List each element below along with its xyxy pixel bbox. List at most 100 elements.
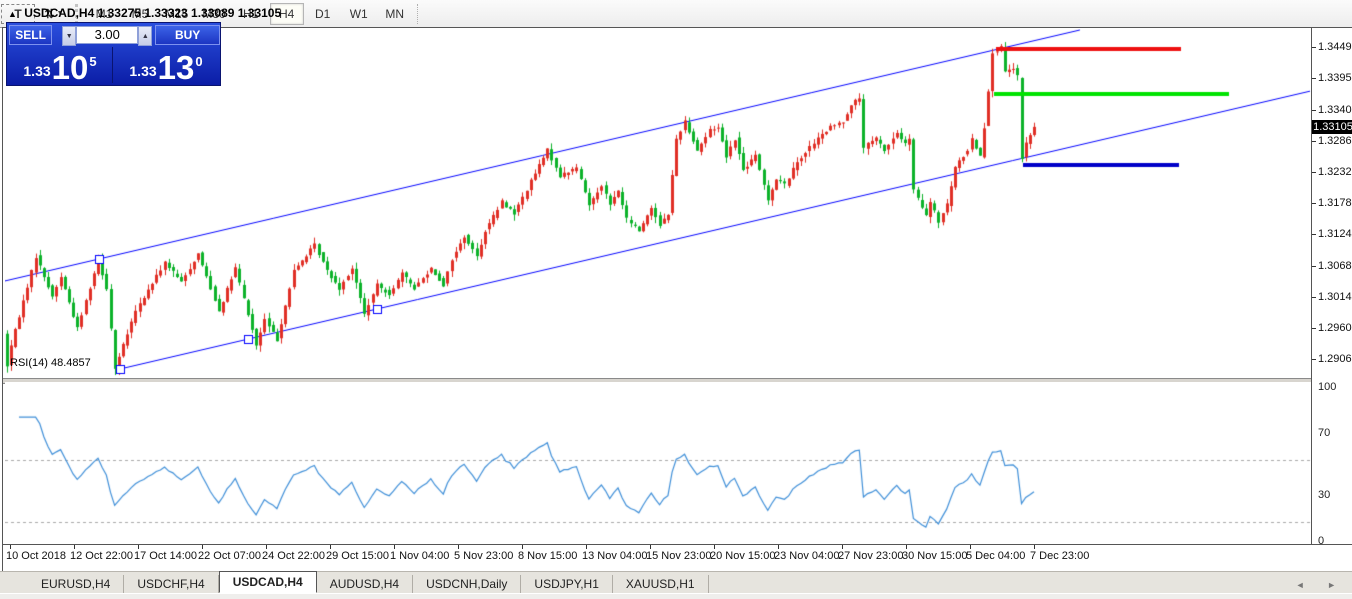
- price-tick: [1312, 172, 1316, 173]
- sell-price-sup: 5: [89, 54, 96, 69]
- rsi-indicator-label: RSI(14) 48.4857: [10, 357, 91, 369]
- time-axis-label: 5 Nov 23:00: [454, 550, 513, 562]
- time-tick: [522, 545, 523, 549]
- chart-tab-usdcad[interactable]: USDCAD,H4: [219, 571, 317, 593]
- price-tick: [1312, 234, 1316, 235]
- time-axis-label: 12 Oct 22:00: [70, 550, 133, 562]
- price-tick: [1312, 78, 1316, 79]
- time-tick: [138, 545, 139, 549]
- time-tick: [714, 545, 715, 549]
- time-tick: [778, 545, 779, 549]
- chart-window: 10 Oct 2018 12 Oct 22:0017 Oct 14:0022 Oc…: [2, 27, 1352, 571]
- time-tick: [266, 545, 267, 549]
- chart-tab-usdchf[interactable]: USDCHF,H4: [124, 575, 218, 593]
- buy-price-quote[interactable]: 1.33 13 0: [114, 47, 218, 83]
- price-tick: [1312, 297, 1316, 298]
- time-tick: [970, 545, 971, 549]
- one-click-trading-panel: SELL ▼ 3.00 ▲ BUY 1.33 10 5 1.33 13 0: [6, 22, 221, 86]
- price-scale-label: 1.33955: [1318, 72, 1352, 84]
- sell-button[interactable]: SELL: [9, 25, 52, 45]
- buy-price-sup: 0: [195, 54, 202, 69]
- time-axis-label: 30 Nov 15:00: [902, 550, 967, 562]
- time-axis-label: 17 Oct 14:00: [134, 550, 197, 562]
- price-tick: [1312, 266, 1316, 267]
- time-axis-label: 20 Nov 15:00: [710, 550, 775, 562]
- time-tick: [10, 545, 11, 549]
- time-tick: [650, 545, 651, 549]
- rsi-scale-label: 100: [1318, 381, 1336, 393]
- time-axis-label: 13 Nov 04:00: [582, 550, 647, 562]
- time-axis-label: 27 Nov 23:00: [838, 550, 903, 562]
- timeframe-button-d1[interactable]: D1: [306, 3, 340, 25]
- mt4-application-window: T ⇅ ▼ M1M5M15M30H1H4D1W1MN 10 Oct 201812…: [0, 0, 1352, 599]
- timeframe-button-mn[interactable]: MN: [378, 3, 412, 25]
- price-scale-label: 1.32860: [1318, 135, 1352, 147]
- time-tick: [586, 545, 587, 549]
- rsi-scale-label: 0: [1318, 535, 1324, 547]
- time-axis-label: 1 Nov 04:00: [390, 550, 449, 562]
- price-tick: [1312, 47, 1316, 48]
- sell-price-quote[interactable]: 1.33 10 5: [8, 47, 113, 83]
- toolbar-separator: [417, 4, 419, 24]
- rsi-scale-label: 30: [1318, 489, 1330, 501]
- chart-tab-xauusd[interactable]: XAUUSD,H1: [613, 575, 709, 593]
- rsi-scale-label: 70: [1318, 427, 1330, 439]
- price-scale-label: 1.31780: [1318, 197, 1352, 209]
- tab-scroll-arrows: ◄ ►: [1296, 580, 1346, 590]
- sell-price-big: 10: [52, 53, 89, 83]
- sell-price-small: 1.33: [23, 63, 50, 79]
- price-scale-label: 1.33400: [1318, 104, 1352, 116]
- price-tick: [1312, 110, 1316, 111]
- time-axis-label: 5 Dec 04:00: [966, 550, 1025, 562]
- chart-tab-eurusd[interactable]: EURUSD,H4: [28, 575, 124, 593]
- volume-input[interactable]: 3.00: [76, 26, 138, 44]
- symbol-label: USDCAD,H4: [24, 6, 94, 20]
- time-axis-label: 22 Oct 07:00: [198, 550, 261, 562]
- chart-tabs: EURUSD,H4USDCHF,H4USDCAD,H4AUDUSD,H4USDC…: [28, 571, 709, 593]
- volume-increase-icon[interactable]: ▲: [138, 26, 152, 46]
- time-tick: [202, 545, 203, 549]
- trade-controls-row: SELL ▼ 3.00 ▲ BUY: [7, 25, 220, 45]
- price-scale-label: 1.30145: [1318, 291, 1352, 303]
- time-tick: [1034, 545, 1035, 549]
- volume-decrease-icon[interactable]: ▼: [62, 26, 76, 46]
- time-axis-label: 29 Oct 15:00: [326, 550, 389, 562]
- chart-tab-audusd[interactable]: AUDUSD,H4: [317, 575, 413, 593]
- price-scale-label: 1.31240: [1318, 228, 1352, 240]
- tab-scroll-left-icon[interactable]: ◄: [1296, 580, 1315, 590]
- tab-scroll-right-icon[interactable]: ►: [1327, 580, 1346, 590]
- chart-tab-bar: EURUSD,H4USDCHF,H4USDCAD,H4AUDUSD,H4USDC…: [0, 571, 1352, 593]
- buy-price-big: 13: [158, 53, 195, 83]
- rsi-chart-canvas[interactable]: [5, 382, 1313, 544]
- time-tick: [906, 545, 907, 549]
- time-axis-label: 15 Nov 23:00: [646, 550, 711, 562]
- time-axis-label: 24 Oct 22:00: [262, 550, 325, 562]
- price-scale-label: 1.29065: [1318, 353, 1352, 365]
- time-tick: [74, 545, 75, 549]
- time-tick: [330, 545, 331, 549]
- time-tick: [458, 545, 459, 549]
- buy-price-small: 1.33: [129, 63, 156, 79]
- time-axis-label: 7 Dec 23:00: [1030, 550, 1089, 562]
- ohlc-values: 1.33275 1.33323 1.33089 1.33105: [98, 6, 282, 20]
- chart-tab-usdjpy[interactable]: USDJPY,H1: [521, 575, 612, 593]
- timeframe-button-w1[interactable]: W1: [342, 3, 376, 25]
- chart-ohlc-header: ▲ USDCAD,H4 1.33275 1.33323 1.33089 1.33…: [8, 6, 281, 20]
- price-scale-label: 1.34495: [1318, 41, 1352, 53]
- price-tick: [1312, 203, 1316, 204]
- time-axis-label: 10 Oct 2018: [6, 550, 66, 562]
- time-axis: 10 Oct 2018 12 Oct 22:0017 Oct 14:0022 Oc…: [3, 544, 1352, 572]
- time-axis-label: 23 Nov 04:00: [774, 550, 839, 562]
- buy-button[interactable]: BUY: [155, 25, 220, 45]
- status-bar: [0, 593, 1352, 599]
- price-scale-label: 1.32320: [1318, 166, 1352, 178]
- time-axis-label: 8 Nov 15:00: [518, 550, 577, 562]
- rsi-pane: [5, 382, 1313, 544]
- time-tick: [394, 545, 395, 549]
- price-tick: [1312, 328, 1316, 329]
- price-scale-label: 1.30685: [1318, 260, 1352, 272]
- price-scale-label: 1.29605: [1318, 322, 1352, 334]
- collapse-triangle-icon[interactable]: ▲: [8, 9, 17, 19]
- chart-tab-usdcnh[interactable]: USDCNH,Daily: [413, 575, 521, 593]
- price-scale: 1.34495 1.33955 1.33400 1.32860 1.32320 1.317…: [1311, 28, 1352, 544]
